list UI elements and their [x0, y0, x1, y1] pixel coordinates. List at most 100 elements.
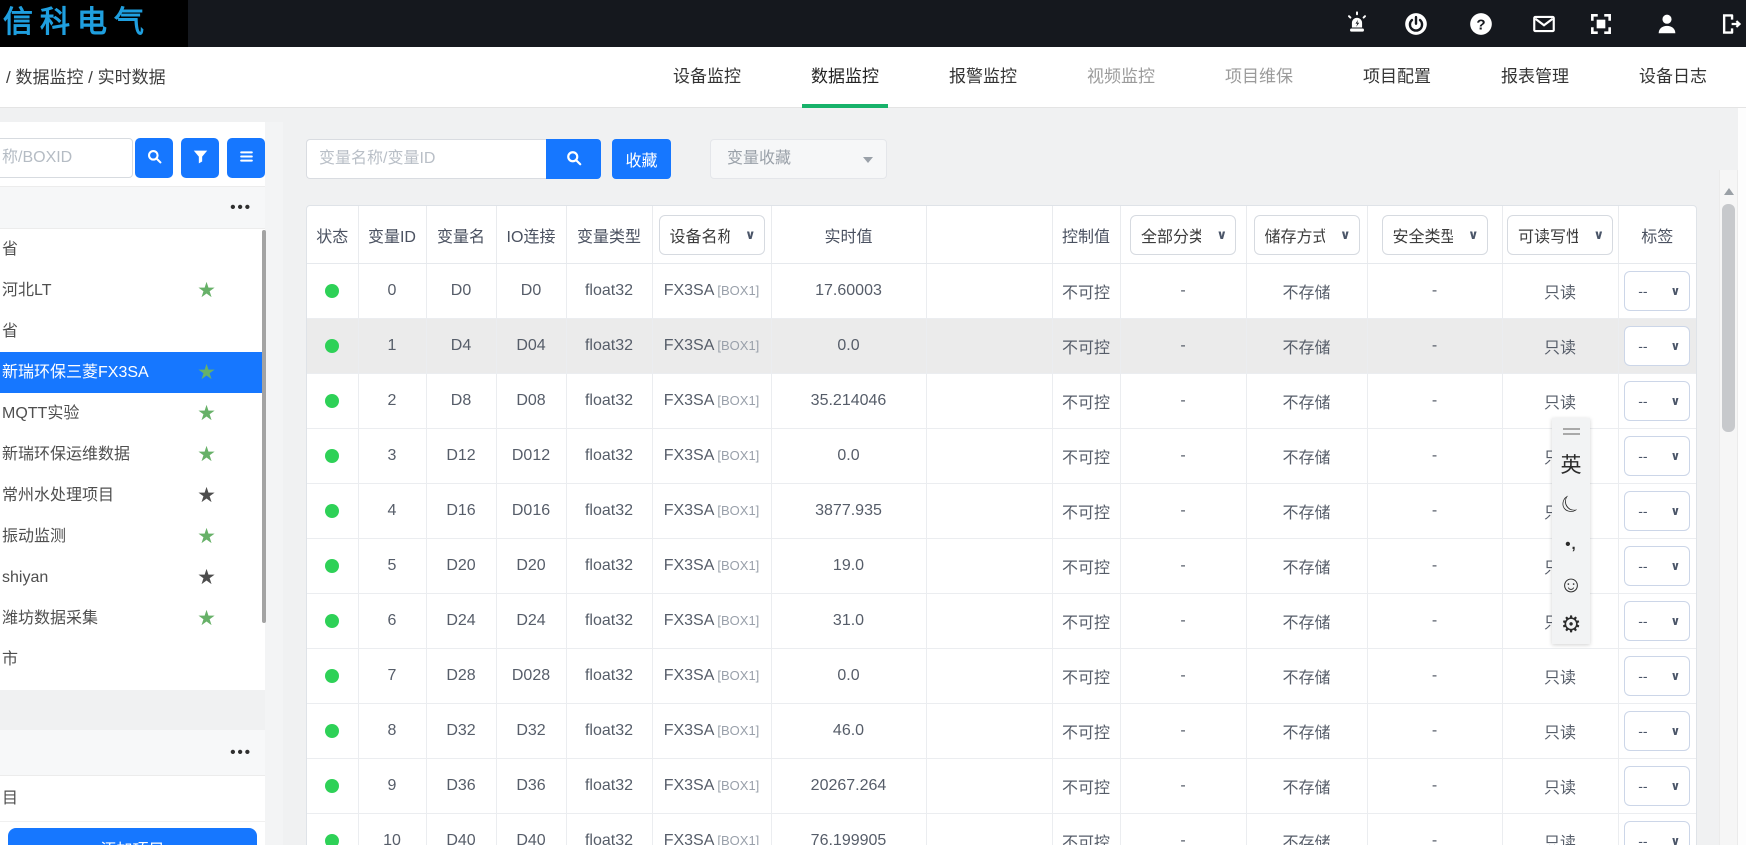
sidebar-group-more-button[interactable]: ••• — [0, 186, 265, 229]
settings-gear-icon[interactable]: ⚙ — [1552, 604, 1590, 644]
help-icon[interactable]: ? — [1468, 11, 1494, 37]
logout-icon[interactable] — [1717, 11, 1743, 37]
sidebar-bottom-more-button[interactable]: ••• — [0, 730, 265, 776]
emoji-icon[interactable]: ☺ — [1552, 564, 1590, 604]
sidebar-item[interactable]: 常州水处理项目★ — [0, 475, 265, 516]
device-search-input[interactable] — [0, 138, 133, 178]
chevron-down-icon: ∨ — [1671, 669, 1681, 683]
power-icon[interactable] — [1403, 11, 1429, 37]
tab-项目配置[interactable]: 项目配置 — [1354, 47, 1440, 108]
tab-设备监控[interactable]: 设备监控 — [664, 47, 750, 108]
category-cell: - — [1120, 814, 1246, 845]
tag-select[interactable]: --∨ — [1624, 766, 1690, 806]
table-row: 1D4D04float32FX3SA[BOX1]0.0不可控-不存储-只读--∨ — [307, 319, 1696, 374]
variable-favorite-select[interactable]: 变量收藏 — [710, 139, 887, 179]
chevron-down-icon: ∨ — [1671, 449, 1681, 463]
tag-select[interactable]: --∨ — [1624, 326, 1690, 366]
variable-table-card: 状态变量ID变量名IO连接变量类型设备名称∨实时值控制值全部分类∨储存方式∨安全… — [306, 205, 1697, 845]
moon-icon[interactable]: ☾ — [1544, 477, 1597, 531]
favorite-button[interactable]: 收藏 — [612, 139, 671, 179]
tag-select-value: -- — [1638, 558, 1647, 574]
sidebar-item[interactable]: 新瑞环保运维数据★ — [0, 434, 265, 475]
scroll-up-arrow-icon[interactable] — [1724, 188, 1734, 195]
variable-id-cell: 7 — [358, 649, 426, 704]
sidebar-device-list: 省河北LT★省新瑞环保三菱FX3SA★MQTT实验★新瑞环保运维数据★常州水处理… — [0, 229, 265, 680]
tab-报表管理[interactable]: 报表管理 — [1492, 47, 1578, 108]
tag-select[interactable]: --∨ — [1624, 711, 1690, 751]
fullscreen-icon[interactable] — [1588, 11, 1614, 37]
mail-icon[interactable] — [1531, 11, 1557, 37]
search-icon — [145, 147, 164, 169]
star-icon[interactable]: ★ — [197, 475, 216, 516]
filter-select-储存方式[interactable]: 储存方式∨ — [1254, 215, 1360, 255]
sidebar-item[interactable]: 潍坊数据采集★ — [0, 598, 265, 639]
user-icon[interactable] — [1654, 11, 1680, 37]
variable-id-cell: 1 — [358, 319, 426, 374]
sidebar-menu-button[interactable] — [227, 138, 265, 178]
punctuation-icon[interactable]: •, — [1552, 524, 1590, 564]
tag-select[interactable]: --∨ — [1624, 601, 1690, 641]
read-write-cell: 只读 — [1502, 319, 1618, 374]
alarm-icon[interactable] — [1344, 11, 1370, 37]
tab-项目维保[interactable]: 项目维保 — [1216, 47, 1302, 108]
filter-select-可读写性[interactable]: 可读写性∨ — [1507, 215, 1613, 255]
sidebar-filter-button[interactable] — [181, 138, 219, 178]
tag-select[interactable]: --∨ — [1624, 546, 1690, 586]
sidebar-search-row — [0, 138, 265, 178]
filter-select-全部分类[interactable]: 全部分类∨ — [1130, 215, 1236, 255]
status-dot — [325, 284, 339, 298]
star-icon[interactable]: ★ — [197, 393, 216, 434]
star-icon[interactable]: ★ — [197, 434, 216, 475]
sidebar-item[interactable]: 省 — [0, 311, 265, 352]
sidebar-item[interactable]: shiyan★ — [0, 557, 265, 598]
star-icon[interactable]: ★ — [197, 516, 216, 557]
sidebar-scrollbar-thumb[interactable] — [262, 230, 266, 623]
table-row: 0D0D0float32FX3SA[BOX1]17.60003不可控-不存储-只… — [307, 264, 1696, 319]
tab-视频监控[interactable]: 视频监控 — [1078, 47, 1164, 108]
sidebar-scrollbar-track[interactable] — [265, 122, 283, 845]
sidebar-item-label: 河北LT — [0, 270, 192, 311]
tag-select[interactable]: --∨ — [1624, 381, 1690, 421]
tag-select[interactable]: --∨ — [1624, 436, 1690, 476]
sidebar-search-button[interactable] — [135, 138, 173, 178]
tag-select[interactable]: --∨ — [1624, 656, 1690, 696]
sidebar-item[interactable]: 省 — [0, 229, 265, 270]
star-icon[interactable]: ★ — [197, 270, 216, 311]
sidebar-bottom-item[interactable]: 目 — [0, 776, 265, 822]
tag-select[interactable]: --∨ — [1624, 821, 1690, 845]
star-icon[interactable]: ★ — [197, 557, 216, 598]
variable-search-input[interactable] — [306, 139, 546, 179]
tab-报警监控[interactable]: 报警监控 — [940, 47, 1026, 108]
tab-设备日志[interactable]: 设备日志 — [1630, 47, 1716, 108]
drag-handle-icon[interactable] — [1552, 418, 1590, 444]
tab-数据监控[interactable]: 数据监控 — [802, 47, 888, 108]
sidebar-item[interactable]: 河北LT★ — [0, 270, 265, 311]
status-cell — [307, 649, 358, 704]
status-cell — [307, 319, 358, 374]
device-box-id: [BOX1] — [717, 448, 759, 463]
add-project-button[interactable]: 添加项目 — [8, 828, 257, 845]
variable-id-cell: 0 — [358, 264, 426, 319]
table-row: 3D12D012float32FX3SA[BOX1]0.0不可控-不存储-只读-… — [307, 429, 1696, 484]
security-cell: - — [1367, 539, 1502, 594]
realtime-value-cell: 0.0 — [771, 649, 926, 704]
star-icon[interactable]: ★ — [197, 352, 216, 393]
filter-select-安全类型[interactable]: 安全类型∨ — [1382, 215, 1488, 255]
security-cell: - — [1367, 704, 1502, 759]
sidebar-item[interactable]: MQTT实验★ — [0, 393, 265, 434]
star-icon[interactable]: ★ — [197, 598, 216, 639]
page-scrollbar-thumb[interactable] — [1722, 204, 1735, 432]
status-dot — [325, 559, 339, 573]
english-mode-button[interactable]: 英 — [1552, 444, 1590, 484]
sidebar-item[interactable]: 新瑞环保三菱FX3SA★ — [0, 352, 265, 393]
variable-search-button[interactable] — [546, 139, 601, 179]
tag-cell: --∨ — [1618, 649, 1696, 704]
filter-select-设备名称[interactable]: 设备名称∨ — [659, 215, 765, 255]
sidebar-item-label: 新瑞环保三菱FX3SA — [0, 352, 192, 393]
tag-select[interactable]: --∨ — [1624, 271, 1690, 311]
storage-cell: 不存储 — [1246, 319, 1367, 374]
sidebar-item[interactable]: 振动监测★ — [0, 516, 265, 557]
security-cell: - — [1367, 649, 1502, 704]
sidebar-item[interactable]: 市 — [0, 639, 265, 680]
tag-select[interactable]: --∨ — [1624, 491, 1690, 531]
